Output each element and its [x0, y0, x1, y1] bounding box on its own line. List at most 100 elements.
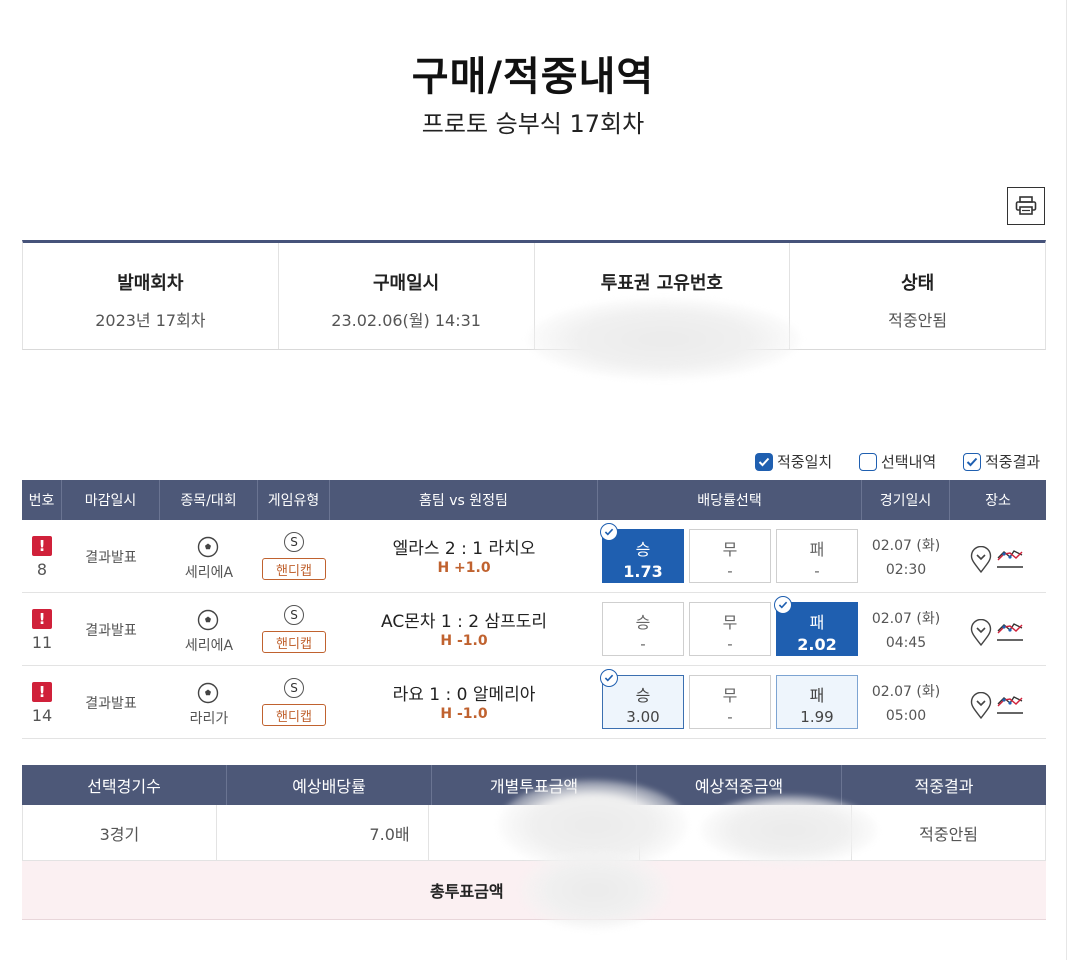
stats-chart-icon[interactable] [996, 692, 1024, 716]
info-value: 적중안됨 [888, 311, 948, 330]
stats-chart-icon[interactable] [996, 619, 1024, 643]
sport-type-badge: S [284, 605, 304, 625]
odds-label: 패 [809, 613, 825, 632]
summary-col-header: 선택경기수 [22, 765, 227, 805]
alert-icon: ! [32, 682, 52, 702]
col-header: 마감일시 [62, 480, 160, 520]
odds-draw[interactable]: 무 - [689, 602, 771, 656]
games-table: 번호 마감일시 종목/대회 게임유형 홈팀 vs 원정팀 배당률선택 경기일시 … [22, 480, 1046, 739]
handicap-line: H -1.0 [440, 706, 488, 722]
summary-col-header: 적중결과 [914, 777, 974, 796]
table-row: ! 14 결과발표 라리가 S 핸디캡 라요 1 : 0 알메리아 H -1.0… [22, 666, 1046, 739]
print-button[interactable] [1007, 187, 1045, 225]
odds-label: 패 [809, 540, 825, 559]
info-round: 발매회차 2023년 17회차 [23, 243, 279, 349]
check-circle-icon [774, 596, 792, 614]
odds-lose[interactable]: 패 1.99 [776, 675, 858, 729]
handicap-badge: 핸디캡 [262, 631, 326, 653]
col-header: 번호 [22, 480, 62, 520]
odds-draw[interactable]: 무 - [689, 675, 771, 729]
legend-match[interactable]: 적중일치 [755, 451, 832, 472]
check-circle-icon [600, 523, 618, 541]
odds-win[interactable]: 승 3.00 [600, 669, 684, 729]
game-datetime: 02.07 (화) 05:00 [862, 680, 950, 728]
legend-result[interactable]: 적중결과 [963, 451, 1040, 472]
location-pin-icon[interactable] [970, 692, 992, 720]
page-edge-divider [1066, 0, 1067, 960]
match-score: AC몬차 1 : 2 삼프도리 [380, 612, 547, 632]
odds-value: 1.99 [800, 708, 834, 726]
legend-label: 적중일치 [777, 453, 833, 471]
game-time: 02:30 [885, 562, 927, 578]
odds-value: 3.00 [626, 708, 660, 726]
odds-label: 승 [635, 686, 651, 705]
legend-label: 적중결과 [985, 453, 1041, 471]
location-pin-icon[interactable] [970, 546, 992, 574]
page-subtitle: 프로토 승부식 17회차 [421, 110, 645, 138]
info-header: 상태 [901, 273, 935, 294]
stats-chart-icon[interactable] [996, 546, 1024, 570]
checkbox-check-outline-icon [963, 452, 981, 471]
col-header: 장소 [985, 493, 1011, 509]
odds-draw[interactable]: 무 - [689, 529, 771, 583]
result-status: 결과발표 [85, 696, 137, 712]
info-status: 상태 적중안됨 [790, 243, 1045, 349]
handicap-badge: 핸디캡 [262, 558, 326, 580]
odds-lose[interactable]: 패 - [776, 529, 858, 583]
sport-type-badge: S [284, 678, 304, 698]
odds-value: - [727, 635, 733, 653]
odds-lose[interactable]: 패 2.02 [774, 596, 858, 656]
redacted-ticket-id [528, 298, 800, 380]
odds-win[interactable]: 승 - [602, 602, 684, 656]
league-name: 세리에A [184, 638, 234, 654]
redacted-total-amount [520, 850, 670, 930]
soccer-ball-icon [197, 536, 219, 558]
match-score: 엘라스 2 : 1 라치오 [392, 539, 536, 559]
odds-value: 1.73 [623, 562, 663, 581]
table-row: ! 11 결과발표 세리에A S 핸디캡 AC몬차 1 : 2 삼프도리 H -… [22, 593, 1046, 666]
col-header: 종목/대회 [160, 480, 258, 520]
handicap-line: H +1.0 [437, 560, 491, 576]
game-number: 14 [31, 706, 53, 725]
page-title: 구매/적중내역 [411, 54, 655, 100]
odds-label: 무 [722, 613, 738, 632]
soccer-ball-icon [197, 682, 219, 704]
game-date: 02.07 (화) [871, 538, 941, 554]
game-datetime: 02.07 (화) 04:45 [862, 607, 950, 655]
summary-expected-odds: 7.0배 [217, 805, 429, 860]
info-value: 2023년 17회차 [95, 311, 206, 330]
legend-selection[interactable]: 선택내역 [859, 451, 936, 472]
printer-icon [1015, 196, 1037, 215]
info-purchase-date: 구매일시 23.02.06(월) 14:31 [279, 243, 535, 349]
summary-col-header: 예상배당률 [227, 765, 432, 805]
odds-value: - [640, 635, 646, 653]
soccer-ball-icon [197, 609, 219, 631]
game-number: 11 [31, 633, 53, 652]
odds-value: 2.02 [797, 635, 837, 654]
odds-win[interactable]: 승 1.73 [600, 523, 684, 583]
table-row: ! 8 결과발표 세리에A S 핸디캡 엘라스 2 : 1 라치오 H +1.0… [22, 520, 1046, 593]
odds-label: 승 [635, 540, 651, 559]
odds-value: - [727, 562, 733, 580]
col-header: 경기일시 [862, 480, 950, 520]
total-label: 총투표금액 [430, 882, 504, 901]
redacted-payout [700, 795, 878, 865]
handicap-badge: 핸디캡 [262, 704, 326, 726]
game-time: 04:45 [885, 635, 927, 651]
location-pin-icon[interactable] [970, 619, 992, 647]
col-header: 배당률선택 [598, 480, 862, 520]
odds-label: 무 [722, 540, 738, 559]
info-value: 23.02.06(월) 14:31 [331, 311, 481, 330]
games-table-header: 번호 마감일시 종목/대회 게임유형 홈팀 vs 원정팀 배당률선택 경기일시 … [22, 480, 1046, 520]
sport-type-badge: S [284, 532, 304, 552]
odds-label: 패 [809, 686, 825, 705]
game-number: 8 [36, 560, 48, 579]
checkbox-empty-icon [859, 452, 877, 471]
league-name: 세리에A [184, 565, 234, 581]
game-date: 02.07 (화) [871, 684, 941, 700]
alert-icon: ! [32, 536, 52, 556]
league-name: 라리가 [189, 711, 229, 727]
game-time: 05:00 [885, 708, 927, 724]
odds-value: - [814, 562, 820, 580]
odds-label: 무 [722, 686, 738, 705]
